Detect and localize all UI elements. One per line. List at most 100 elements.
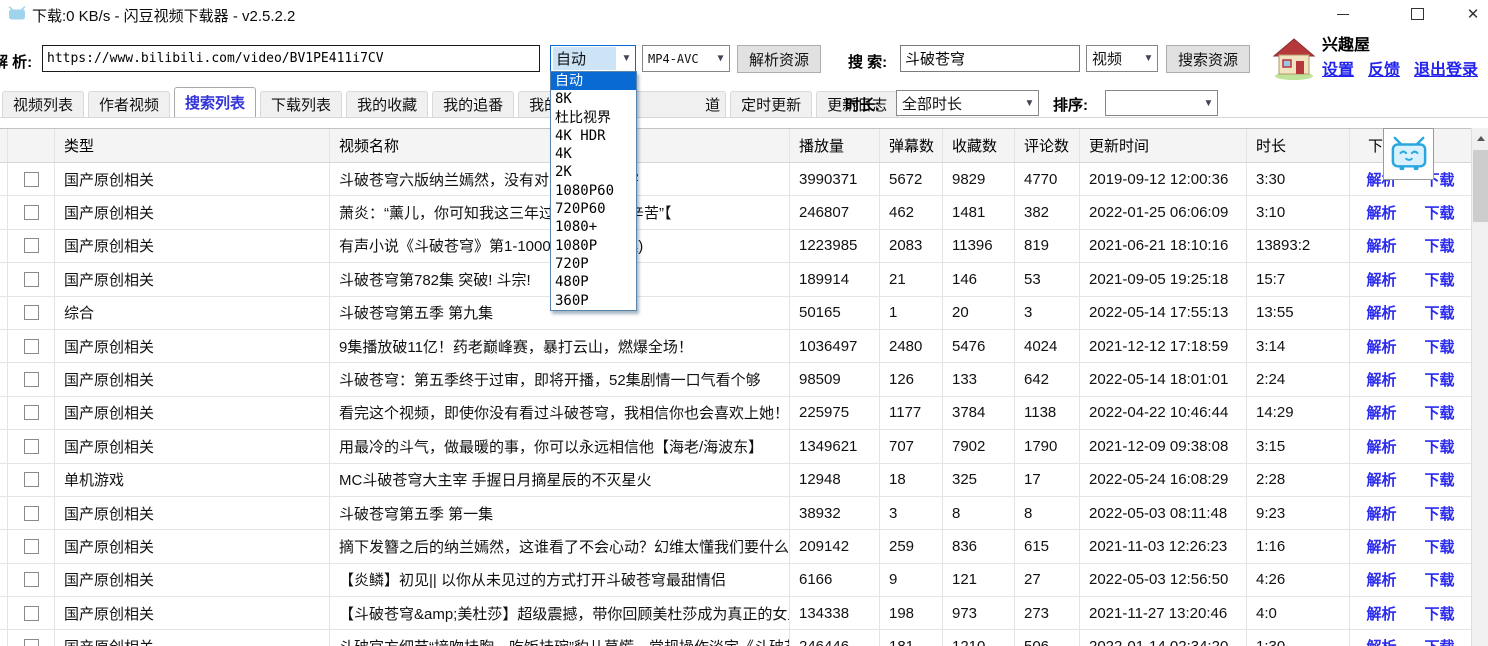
table-row[interactable]: 单机游戏MC斗破苍穹大主宰 手握日月摘星辰的不灭星火12948183251720…	[0, 464, 1471, 497]
download-link[interactable]: 下载	[1425, 302, 1455, 323]
quality-option-0[interactable]: 自动	[551, 72, 636, 90]
table-row[interactable]: 国产原创相关用最冷的斗气，做最暖的事，你可以永远相信他【海老/海波东】13496…	[0, 430, 1471, 463]
table-row[interactable]: 国产原创相关斗破苍穹第五季 第一集389323882022-05-03 08:1…	[0, 497, 1471, 530]
row-checkbox[interactable]	[24, 472, 39, 487]
feedback-link[interactable]: 反馈	[1368, 56, 1400, 80]
row-checkbox[interactable]	[24, 172, 39, 187]
quality-option-8[interactable]: 1080+	[551, 218, 636, 236]
download-link[interactable]: 下载	[1425, 503, 1455, 524]
parse-link[interactable]: 解析	[1366, 503, 1396, 524]
row-checkbox[interactable]	[24, 572, 39, 587]
parse-link[interactable]: 解析	[1366, 569, 1396, 590]
download-link[interactable]: 下载	[1425, 436, 1455, 457]
row-checkbox[interactable]	[24, 339, 39, 354]
parse-link[interactable]: 解析	[1366, 436, 1396, 457]
row-checkbox[interactable]	[24, 506, 39, 521]
tab-8[interactable]: 定时更新	[730, 91, 812, 117]
parse-link[interactable]: 解析	[1366, 603, 1396, 624]
parse-resource-button[interactable]: 解析资源	[737, 45, 821, 73]
download-link[interactable]: 下载	[1425, 569, 1455, 590]
download-link[interactable]: 下载	[1425, 235, 1455, 256]
row-checkbox[interactable]	[24, 639, 39, 646]
quality-option-1[interactable]: 8K	[551, 90, 636, 108]
quality-option-5[interactable]: 2K	[551, 163, 636, 181]
quality-option-6[interactable]: 1080P60	[551, 182, 636, 200]
download-link[interactable]: 下载	[1425, 603, 1455, 624]
download-link[interactable]: 下载	[1425, 636, 1455, 646]
bilibili-float-button[interactable]	[1383, 128, 1434, 180]
cell-updated: 2022-05-03 08:11:48	[1080, 497, 1247, 529]
table-row[interactable]: 国产原创相关有声小说《斗破苍穹》第1-1000集 (全1655集)1223985…	[0, 230, 1471, 263]
url-input[interactable]	[42, 45, 540, 72]
table-row[interactable]: 国产原创相关9集播放破11亿！药老巅峰赛，暴打云山，燃爆全场！103649724…	[0, 330, 1471, 363]
format-select[interactable]: MP4-AVC ▼	[642, 45, 730, 72]
parse-link[interactable]: 解析	[1366, 636, 1396, 646]
tab-2[interactable]: 搜索列表	[174, 87, 256, 117]
settings-link[interactable]: 设置	[1322, 56, 1354, 80]
home-house-icon[interactable]	[1272, 36, 1316, 80]
parse-link[interactable]: 解析	[1366, 536, 1396, 557]
parse-link[interactable]: 解析	[1366, 202, 1396, 223]
row-checkbox[interactable]	[24, 205, 39, 220]
quality-option-9[interactable]: 1080P	[551, 237, 636, 255]
row-checkbox[interactable]	[24, 372, 39, 387]
quality-option-3[interactable]: 4K HDR	[551, 127, 636, 145]
sort-select[interactable]: ▼	[1105, 90, 1218, 116]
table-row[interactable]: 综合斗破苍穹第五季 第九集5016512032022-05-14 17:55:1…	[0, 297, 1471, 330]
download-link[interactable]: 下载	[1425, 202, 1455, 223]
download-link[interactable]: 下载	[1425, 402, 1455, 423]
scroll-up-arrow-icon[interactable]	[1472, 130, 1488, 147]
row-checkbox[interactable]	[24, 305, 39, 320]
download-link[interactable]: 下载	[1425, 269, 1455, 290]
row-checkbox[interactable]	[24, 539, 39, 554]
row-checkbox[interactable]	[24, 606, 39, 621]
parse-link[interactable]: 解析	[1366, 469, 1396, 490]
download-link[interactable]: 下载	[1425, 369, 1455, 390]
tab-4[interactable]: 我的收藏	[346, 91, 428, 117]
quality-option-12[interactable]: 360P	[551, 292, 636, 310]
table-row[interactable]: 国产原创相关斗破苍穹六版纳兰嫣然，没有对比就没有伤害39903715672982…	[0, 163, 1471, 196]
vertical-scrollbar[interactable]	[1471, 128, 1488, 646]
cell-duration: 4:26	[1247, 564, 1350, 596]
quality-select[interactable]: 自动 ▼	[550, 45, 636, 72]
tab-3[interactable]: 下载列表	[260, 91, 342, 117]
parse-link[interactable]: 解析	[1366, 402, 1396, 423]
table-row[interactable]: 国产原创相关斗破官方细节“接吻挂胸，吃饭挂碗”豹儿莫慌，常规操作淡定《斗破苍穹》…	[0, 630, 1471, 646]
table-row[interactable]: 国产原创相关萧炎：“薰儿，你可知我这三年过得是何等的辛苦”【2468074621…	[0, 196, 1471, 229]
search-resource-button[interactable]: 搜索资源	[1166, 45, 1250, 73]
tab-0[interactable]: 视频列表	[2, 91, 84, 117]
parse-link[interactable]: 解析	[1366, 336, 1396, 357]
quality-option-10[interactable]: 720P	[551, 255, 636, 273]
quality-option-7[interactable]: 720P60	[551, 200, 636, 218]
quality-option-11[interactable]: 480P	[551, 273, 636, 291]
duration-filter-select[interactable]: 全部时长 ▼	[896, 90, 1039, 116]
table-row[interactable]: 国产原创相关看完这个视频，即使你没有看过斗破苍穹，我相信你也会喜欢上她！ (之前…	[0, 397, 1471, 430]
search-type-select[interactable]: 视频 ▼	[1086, 45, 1158, 72]
row-checkbox[interactable]	[24, 405, 39, 420]
scrollbar-thumb[interactable]	[1473, 150, 1488, 222]
quality-option-4[interactable]: 4K	[551, 145, 636, 163]
quality-option-2[interactable]: 杜比视界	[551, 109, 636, 127]
parse-link[interactable]: 解析	[1366, 302, 1396, 323]
tab-5[interactable]: 我的追番	[432, 91, 514, 117]
search-input[interactable]	[900, 45, 1080, 72]
row-checkbox[interactable]	[24, 238, 39, 253]
parse-link[interactable]: 解析	[1366, 369, 1396, 390]
table-row[interactable]: 国产原创相关斗破苍穹：第五季终于过审，即将开播，52集剧情一口气看个够98509…	[0, 363, 1471, 396]
parse-link[interactable]: 解析	[1366, 235, 1396, 256]
download-link[interactable]: 下载	[1425, 536, 1455, 557]
row-checkbox[interactable]	[24, 272, 39, 287]
table-row[interactable]: 国产原创相关【炎鳞】初见|| 以你从未见过的方式打开斗破苍穹最甜情侣616691…	[0, 564, 1471, 597]
close-button[interactable]: ✕	[1458, 0, 1488, 28]
download-link[interactable]: 下载	[1425, 336, 1455, 357]
tab-1[interactable]: 作者视频	[88, 91, 170, 117]
table-row[interactable]: 国产原创相关斗破苍穹第782集 突破! 斗宗!18991421146532021…	[0, 263, 1471, 296]
logout-link[interactable]: 退出登录	[1414, 56, 1478, 80]
table-row[interactable]: 国产原创相关摘下发簪之后的纳兰嫣然，这谁看了不会心动？幻维太懂我们要什么了【斗破…	[0, 530, 1471, 563]
parse-link[interactable]: 解析	[1366, 269, 1396, 290]
minimize-button[interactable]	[1323, 0, 1363, 28]
table-row[interactable]: 国产原创相关【斗破苍穹&amp;美杜莎】超级震撼，带你回顾美杜莎成为真正的女王做…	[0, 597, 1471, 630]
download-link[interactable]: 下载	[1425, 469, 1455, 490]
maximize-button[interactable]	[1397, 0, 1437, 28]
row-checkbox[interactable]	[24, 439, 39, 454]
